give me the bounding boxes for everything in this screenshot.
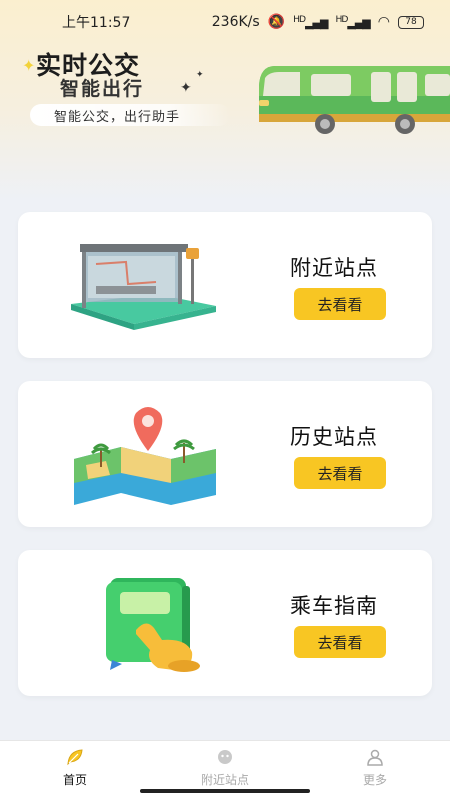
signal-icon: HD▂▄▆ [293,14,328,30]
card-history-stops[interactable]: 历史站点 去看看 [18,381,432,527]
card-title: 历史站点 [290,425,378,449]
star-icon: ✦ [22,56,36,75]
status-bar: 上午11:57 236K/s 🔕 HD▂▄▆ HD▂▄▆ ◠ 78 [0,0,450,44]
view-history-button[interactable]: 去看看 [294,457,386,489]
card-title: 附近站点 [290,256,378,280]
mute-icon: 🔕 [267,14,286,30]
clock: 上午11:57 [62,15,131,31]
stop-icon [218,750,232,764]
leaf-icon [67,749,83,766]
status-icons: 236K/s 🔕 HD▂▄▆ HD▂▄▆ ◠ 78 [212,14,424,30]
view-nearby-button[interactable]: 去看看 [294,288,386,320]
tab-label: 首页 [62,773,87,787]
wifi-icon: ◠ [377,14,390,30]
view-guide-button[interactable]: 去看看 [294,626,386,658]
sparkle-icon: ✦ [180,80,192,96]
signal-icon-2: HD▂▄▆ [335,14,370,30]
bus-stop-illustration [71,244,216,330]
tab-home[interactable]: 首页 [20,747,130,788]
card-ride-guide[interactable]: 乘车指南 去看看 [18,550,432,696]
guide-book-illustration [106,578,200,672]
sparkle-icon-small: ✦ [196,70,204,80]
slogan: 智能公交，出行助手 [30,104,230,126]
train-illustration [259,66,450,134]
battery-icon: 78 [398,15,424,29]
tab-more[interactable]: 更多 [320,747,430,788]
home-indicator [140,789,310,793]
card-nearby-stops[interactable]: 附近站点 去看看 [18,212,432,358]
tab-nearby-stops[interactable]: 附近站点 [170,747,280,788]
net-speed: 236K/s [211,14,260,30]
banner-subtitle: 智能出行 [60,78,145,100]
person-icon [367,749,383,766]
tab-label: 更多 [362,773,387,787]
tab-label: 附近站点 [200,773,249,787]
card-title: 乘车指南 [290,594,378,618]
map-pin-illustration [74,407,216,505]
